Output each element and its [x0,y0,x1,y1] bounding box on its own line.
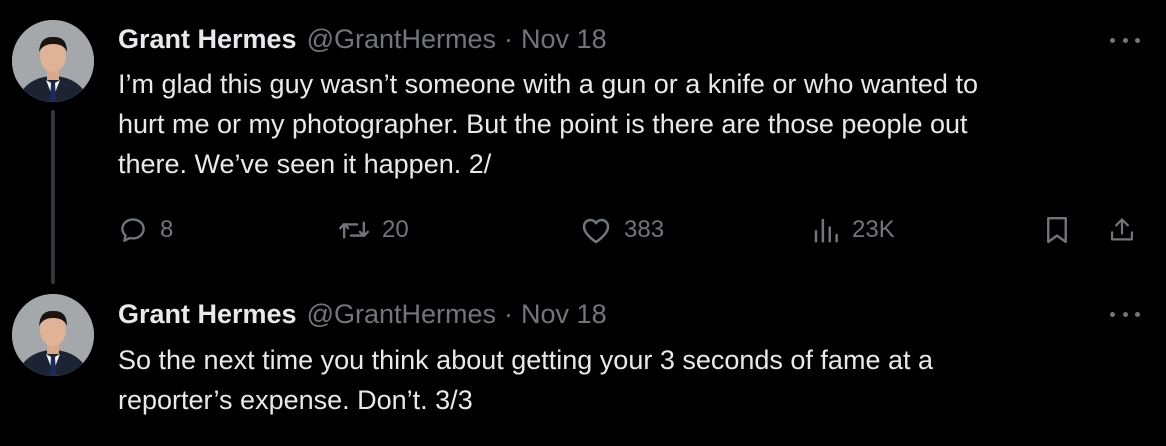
tweet-date[interactable]: Nov 18 [521,24,607,55]
reply-icon [121,218,145,242]
separator: · [504,299,514,329]
tweet[interactable]: Grant Hermes @GrantHermes · Nov 18 I’m g… [0,0,1166,284]
share-button[interactable] [1108,210,1136,250]
thread-line [51,110,55,284]
views-count: 23K [852,216,895,243]
author-name[interactable]: Grant Hermes [118,24,297,55]
tweet-text-line: reporter’s expense. Don’t. 3/3 [118,385,473,415]
heart-icon [582,218,610,244]
reply-count: 8 [160,216,174,243]
tweet[interactable]: Grant Hermes @GrantHermes · Nov 18 So th… [0,276,1166,446]
more-icon[interactable] [1110,304,1140,324]
tweet-text-line: So the next time you think about getting… [118,345,933,375]
tweet-text-line: I’m glad this guy wasn’t someone with a … [118,69,978,99]
bookmark-button[interactable] [1044,210,1070,250]
reply-button[interactable]: 8 [118,210,173,250]
like-count: 383 [624,216,665,243]
tweet-date[interactable]: Nov 18 [521,299,607,330]
repost-icon [339,221,369,239]
author-handle[interactable]: @GrantHermes [307,299,496,330]
tweet-actions: 8 20 383 23K [118,210,1148,250]
repost-count: 20 [382,216,409,243]
tweet-text-line: hurt me or my photographer. But the poin… [118,109,968,139]
avatar[interactable] [12,20,94,102]
tweet-header: Grant Hermes @GrantHermes · Nov 18 [118,24,607,58]
tweet-text: I’m glad this guy wasn’t someone with a … [118,64,1128,184]
analytics-icon [814,218,838,243]
author-handle[interactable]: @GrantHermes [307,24,496,55]
separator: · [504,24,514,54]
views-button[interactable]: 23K [812,210,895,250]
tweet-text: So the next time you think about getting… [118,340,1128,420]
avatar[interactable] [12,294,94,376]
tweet-text-line: there. We’ve seen it happen. 2/ [118,149,492,179]
author-name[interactable]: Grant Hermes [118,299,297,330]
share-icon [1110,218,1134,241]
repost-button[interactable]: 20 [338,210,409,250]
more-icon[interactable] [1110,30,1140,50]
tweet-header: Grant Hermes @GrantHermes · Nov 18 [118,299,607,333]
bookmark-icon [1047,216,1067,244]
like-button[interactable]: 383 [580,210,664,250]
